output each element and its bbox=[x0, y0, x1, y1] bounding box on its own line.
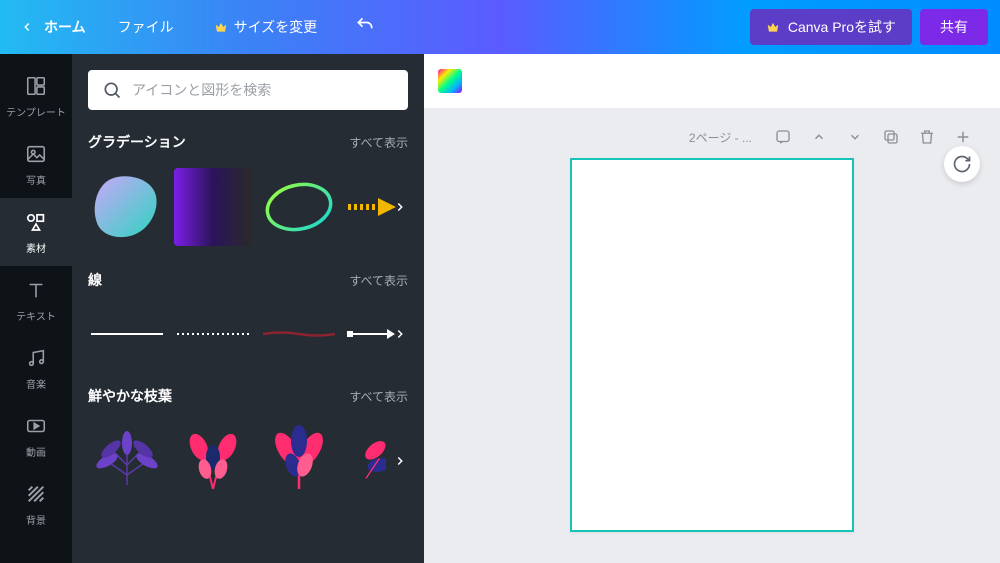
text-icon bbox=[24, 278, 48, 302]
rail-text[interactable]: テキスト bbox=[0, 266, 72, 334]
refresh-icon bbox=[952, 154, 972, 174]
canvas-scroll[interactable]: 2ページ - ... bbox=[424, 108, 1000, 563]
line-rough-thumb[interactable] bbox=[260, 313, 338, 355]
foliage-thumb-1[interactable] bbox=[88, 422, 166, 500]
line-solid-thumb[interactable] bbox=[88, 313, 166, 355]
chevron-left-icon bbox=[20, 20, 34, 34]
search-input[interactable] bbox=[132, 82, 394, 98]
resize-label: サイズを変更 bbox=[234, 17, 318, 37]
section-see-all[interactable]: すべて表示 bbox=[349, 134, 408, 151]
try-pro-button[interactable]: Canva Proを試す bbox=[750, 9, 912, 45]
video-icon bbox=[24, 414, 48, 438]
gradient-blob-thumb[interactable] bbox=[88, 168, 166, 246]
scroll-next[interactable] bbox=[388, 449, 412, 473]
page-add-button[interactable] bbox=[954, 128, 972, 146]
gradient-ring-thumb[interactable] bbox=[260, 168, 338, 246]
sync-fab[interactable] bbox=[944, 146, 980, 182]
foliage-thumb-2[interactable] bbox=[174, 422, 252, 500]
search-box[interactable] bbox=[88, 70, 408, 110]
home-label: ホーム bbox=[44, 17, 86, 37]
pro-label: Canva Proを試す bbox=[788, 17, 896, 37]
rail-label: 動画 bbox=[26, 444, 46, 459]
rail-label: 背景 bbox=[26, 512, 46, 527]
crown-icon bbox=[766, 20, 780, 34]
rail-label: 素材 bbox=[26, 240, 46, 255]
elements-icon bbox=[24, 210, 48, 234]
page-down-button[interactable] bbox=[846, 128, 864, 146]
scroll-next[interactable] bbox=[388, 195, 412, 219]
rail-label: テンプレート bbox=[6, 104, 66, 119]
rail-photos[interactable]: 写真 bbox=[0, 130, 72, 198]
section-title: グラデーション bbox=[88, 132, 186, 152]
section-title: 鮮やかな枝葉 bbox=[88, 386, 172, 406]
rail-label: 音楽 bbox=[26, 376, 46, 391]
rail-label: テキスト bbox=[16, 308, 56, 323]
rail-label: 写真 bbox=[26, 172, 46, 187]
line-dotted-thumb[interactable] bbox=[174, 313, 252, 355]
search-icon bbox=[102, 80, 122, 100]
scroll-next[interactable] bbox=[388, 322, 412, 346]
photos-icon bbox=[24, 142, 48, 166]
share-button[interactable]: 共有 bbox=[920, 9, 988, 45]
page-delete-button[interactable] bbox=[918, 128, 936, 146]
file-menu[interactable]: ファイル bbox=[102, 11, 190, 43]
page-label: 2ページ - ... bbox=[689, 129, 752, 146]
undo-button[interactable] bbox=[341, 9, 389, 46]
canvas-page[interactable] bbox=[570, 158, 854, 532]
left-rail: テンプレート 写真 素材 テキスト 音楽 bbox=[0, 54, 72, 563]
doc-color-picker[interactable] bbox=[438, 69, 462, 93]
templates-icon bbox=[24, 74, 48, 98]
page-duplicate-button[interactable] bbox=[882, 128, 900, 146]
back-home[interactable]: ホーム bbox=[12, 11, 94, 43]
rail-elements[interactable]: 素材 bbox=[0, 198, 72, 266]
section-title: 線 bbox=[88, 270, 102, 290]
top-bar: ホーム ファイル サイズを変更 Canva Proを試す 共有 bbox=[0, 0, 1000, 54]
background-icon bbox=[24, 482, 48, 506]
crown-icon bbox=[214, 20, 228, 34]
elements-panel: グラデーション すべて表示 線 bbox=[72, 54, 424, 563]
resize-menu[interactable]: サイズを変更 bbox=[198, 11, 334, 43]
undo-icon bbox=[355, 15, 375, 35]
rail-background[interactable]: 背景 bbox=[0, 470, 72, 538]
section-see-all[interactable]: すべて表示 bbox=[349, 388, 408, 405]
section-gradients: グラデーション すべて表示 bbox=[88, 132, 408, 248]
rail-video[interactable]: 動画 bbox=[0, 402, 72, 470]
music-icon bbox=[24, 346, 48, 370]
section-lines: 線 すべて表示 bbox=[88, 270, 408, 364]
foliage-thumb-3[interactable] bbox=[260, 422, 338, 500]
doc-header bbox=[424, 54, 1000, 108]
page-notes-button[interactable] bbox=[774, 128, 792, 146]
foliage-thumb-4[interactable] bbox=[346, 422, 386, 500]
gradient-square-thumb[interactable] bbox=[174, 168, 252, 246]
rail-templates[interactable]: テンプレート bbox=[0, 62, 72, 130]
rail-music[interactable]: 音楽 bbox=[0, 334, 72, 402]
canvas-area: 2ページ - ... bbox=[424, 54, 1000, 563]
section-see-all[interactable]: すべて表示 bbox=[349, 272, 408, 289]
page-toolbar: 2ページ - ... bbox=[448, 128, 976, 146]
page-up-button[interactable] bbox=[810, 128, 828, 146]
section-foliage: 鮮やかな枝葉 すべて表示 bbox=[88, 386, 408, 502]
